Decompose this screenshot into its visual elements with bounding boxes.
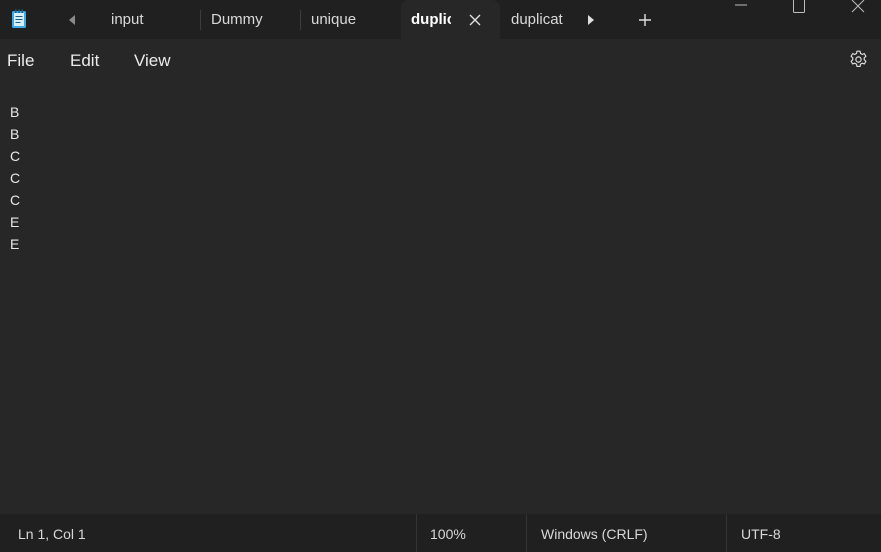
text-line: E — [10, 214, 20, 230]
tab-duplic-active[interactable]: duplic — [401, 0, 500, 39]
close-tab-button[interactable] — [465, 10, 485, 30]
tab-unique[interactable]: unique — [300, 0, 400, 39]
tab-label: Dummy — [211, 11, 263, 28]
text-line: E — [10, 236, 20, 252]
text-line: B — [10, 126, 20, 142]
notepad-window: input Dummy unique duplic duplicat File … — [0, 0, 881, 552]
tab-duplicat[interactable]: duplicat — [500, 0, 570, 39]
status-divider — [526, 514, 527, 552]
minimize-icon — [735, 4, 747, 6]
text-line: C — [10, 192, 21, 208]
maximize-button[interactable] — [776, 0, 822, 14]
text-line: C — [10, 170, 21, 186]
tab-label: duplic — [411, 11, 451, 28]
close-window-button[interactable] — [835, 0, 881, 14]
tab-label: input — [111, 11, 144, 28]
maximize-icon — [793, 0, 805, 13]
status-bar: Ln 1, Col 1 100% Windows (CRLF) UTF-8 — [0, 514, 881, 552]
caret-left-icon — [69, 15, 75, 25]
text-line: C — [10, 148, 21, 164]
menu-file[interactable]: File — [7, 51, 34, 71]
plus-icon — [639, 14, 651, 26]
tab-label: duplicat — [511, 11, 563, 28]
status-divider — [416, 514, 417, 552]
text-editor[interactable]: B B C C C E E — [0, 80, 881, 514]
tab-scroll-right-button[interactable] — [581, 10, 601, 30]
title-bar: input Dummy unique duplic duplicat — [0, 0, 881, 39]
close-icon — [469, 14, 481, 26]
close-window-icon — [851, 0, 865, 13]
new-tab-button[interactable] — [634, 9, 656, 31]
text-line: B — [10, 104, 20, 120]
menu-edit[interactable]: Edit — [70, 51, 99, 71]
cursor-position: Ln 1, Col 1 — [18, 526, 86, 542]
encoding[interactable]: UTF-8 — [741, 526, 781, 542]
tab-label: unique — [311, 11, 357, 28]
tab-input[interactable]: input — [98, 0, 198, 39]
gear-icon — [850, 50, 867, 67]
tab-scroll-left-button[interactable] — [62, 10, 82, 30]
minimize-button[interactable] — [718, 0, 764, 14]
line-ending[interactable]: Windows (CRLF) — [541, 526, 648, 542]
caret-right-icon — [588, 15, 594, 25]
tab-dummy[interactable]: Dummy — [200, 0, 300, 39]
menu-view[interactable]: View — [134, 51, 171, 71]
status-divider — [726, 514, 727, 552]
settings-button[interactable] — [848, 49, 869, 70]
zoom-level[interactable]: 100% — [430, 526, 466, 542]
notepad-icon — [11, 9, 27, 29]
menu-bar: File Edit View — [0, 39, 881, 80]
